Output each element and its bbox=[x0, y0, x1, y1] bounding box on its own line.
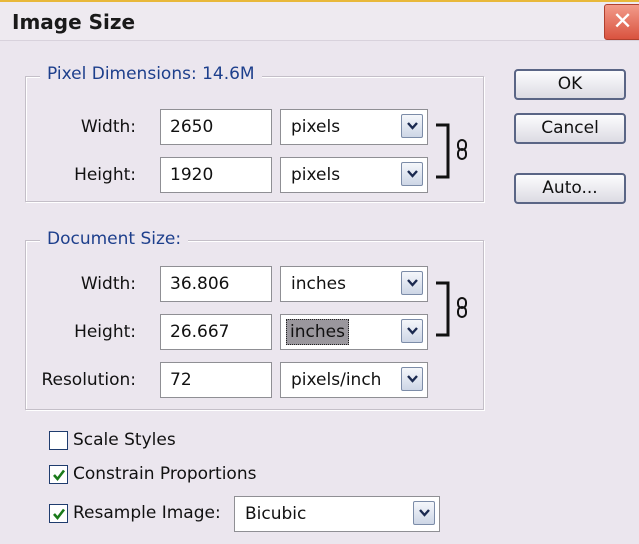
chevron-down-icon[interactable] bbox=[401, 162, 423, 186]
scale-styles-label[interactable]: Scale Styles bbox=[73, 430, 176, 450]
resolution-unit-select[interactable]: pixels/inch bbox=[280, 362, 428, 398]
resolution-unit-value: pixels/inch bbox=[291, 370, 382, 390]
close-icon: ✕ bbox=[612, 7, 633, 35]
dialog-title: Image Size bbox=[12, 10, 136, 34]
document-width-input[interactable]: 36.806 bbox=[160, 266, 272, 302]
resolution-label: Resolution: bbox=[41, 370, 136, 390]
chain-link-icon bbox=[436, 123, 467, 179]
checkmark-icon bbox=[53, 469, 66, 482]
pixel-height-unit-select[interactable]: pixels bbox=[280, 157, 428, 193]
chevron-down-icon[interactable] bbox=[401, 367, 423, 391]
resample-method-value: Bicubic bbox=[245, 504, 307, 524]
constrain-proportions-checkbox[interactable] bbox=[49, 465, 68, 484]
document-height-unit-value: inches bbox=[286, 319, 349, 345]
scale-styles-checkbox[interactable] bbox=[49, 431, 68, 450]
resample-image-label[interactable]: Resample Image: bbox=[73, 503, 221, 523]
pixel-height-input[interactable]: 1920 bbox=[160, 157, 272, 193]
checkmark-icon bbox=[53, 508, 66, 521]
image-size-dialog: Image Size ✕ Pixel Dimensions: 14.6M Wid… bbox=[0, 0, 639, 544]
constrain-proportions-label[interactable]: Constrain Proportions bbox=[73, 464, 256, 484]
document-height-input[interactable]: 26.667 bbox=[160, 314, 272, 350]
chevron-down-icon[interactable] bbox=[401, 319, 423, 343]
pixel-height-label: Height: bbox=[74, 165, 136, 185]
ok-button[interactable]: OK bbox=[514, 69, 626, 100]
document-height-unit-select[interactable]: inches bbox=[280, 314, 428, 350]
pixel-dimensions-legend: Pixel Dimensions: 14.6M bbox=[40, 64, 262, 84]
resample-method-select[interactable]: Bicubic bbox=[234, 496, 440, 532]
title-bar[interactable]: Image Size ✕ bbox=[0, 2, 639, 41]
chevron-down-icon[interactable] bbox=[401, 114, 423, 138]
document-width-unit-value: inches bbox=[291, 274, 346, 294]
document-width-label: Width: bbox=[80, 274, 136, 294]
cancel-button[interactable]: Cancel bbox=[514, 113, 626, 144]
pixel-height-unit-value: pixels bbox=[291, 165, 341, 185]
resample-image-checkbox[interactable] bbox=[49, 504, 68, 523]
chain-link-icon bbox=[436, 281, 467, 337]
pixel-width-unit-select[interactable]: pixels bbox=[280, 109, 428, 145]
document-height-label: Height: bbox=[74, 322, 136, 342]
pixel-width-label: Width: bbox=[80, 117, 136, 137]
chevron-down-icon[interactable] bbox=[413, 501, 435, 525]
chevron-down-icon[interactable] bbox=[401, 271, 423, 295]
auto-button[interactable]: Auto... bbox=[514, 173, 626, 204]
resolution-input[interactable]: 72 bbox=[160, 362, 272, 398]
document-width-unit-select[interactable]: inches bbox=[280, 266, 428, 302]
close-button[interactable]: ✕ bbox=[604, 4, 639, 40]
pixel-width-input[interactable]: 2650 bbox=[160, 109, 272, 145]
document-size-legend: Document Size: bbox=[40, 229, 189, 249]
pixel-width-unit-value: pixels bbox=[291, 117, 341, 137]
